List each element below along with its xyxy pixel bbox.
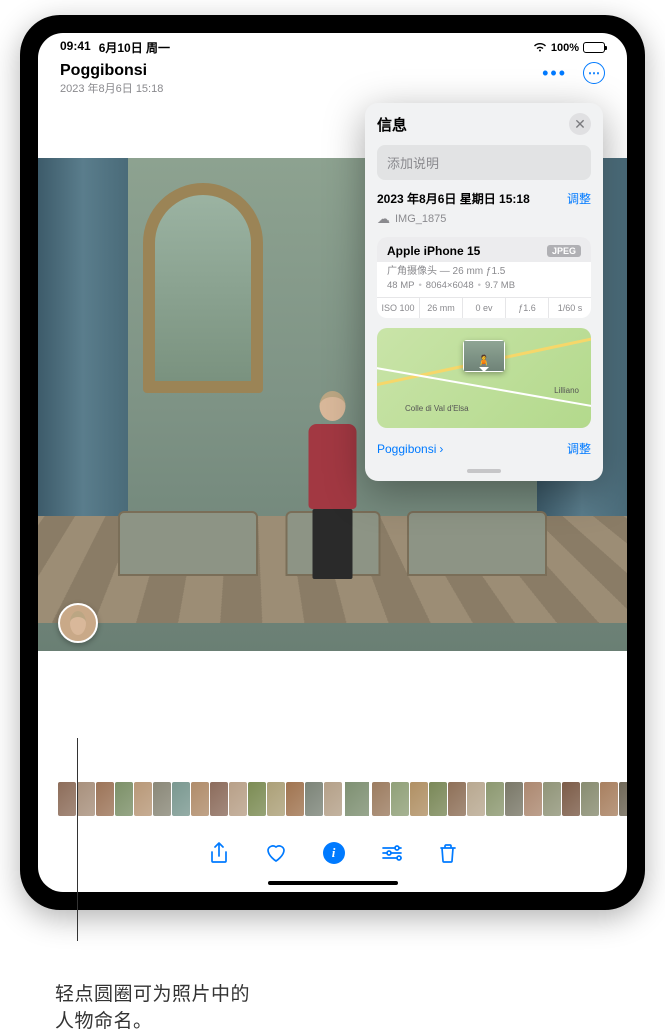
close-icon[interactable]: ✕ xyxy=(569,113,591,135)
map-label-1: Colle di Val d'Elsa xyxy=(405,404,469,413)
status-time: 09:41 xyxy=(60,39,91,56)
thumbnail[interactable] xyxy=(210,782,228,816)
thumbnail[interactable] xyxy=(524,782,542,816)
ellipsis-icon[interactable]: ••• xyxy=(542,63,567,84)
battery-text: 100% xyxy=(551,42,579,54)
thumbnail[interactable] xyxy=(305,782,323,816)
thumbnail[interactable] xyxy=(619,782,627,816)
location-title: Poggibonsi xyxy=(60,62,163,80)
info-icon[interactable]: i xyxy=(323,842,345,864)
adjust-icon[interactable] xyxy=(381,844,403,862)
share-icon[interactable] xyxy=(209,842,229,864)
photo-specs: 48 MP•8064×6048•9.7 MB xyxy=(377,280,591,297)
thumbnail-strip[interactable] xyxy=(38,782,627,820)
adjust-location-link[interactable]: 调整 xyxy=(567,440,591,457)
bottom-toolbar: i xyxy=(38,842,627,864)
callout-leader-line xyxy=(77,738,78,941)
map-pin xyxy=(463,340,505,372)
battery-icon xyxy=(583,42,605,53)
thumbnail[interactable] xyxy=(324,782,342,816)
callout-text: 轻点圆圈可为照片中的 人物命名。 xyxy=(55,981,250,1036)
map-label-2: Lilliano xyxy=(554,386,579,395)
info-title: 信息 xyxy=(377,114,407,135)
thumbnail[interactable] xyxy=(467,782,485,816)
thumbnail[interactable] xyxy=(391,782,409,816)
thumbnail[interactable] xyxy=(96,782,114,816)
thumbnail[interactable] xyxy=(134,782,152,816)
thumbnail[interactable] xyxy=(286,782,304,816)
exif-row: ISO 100 26 mm 0 ev ƒ1.6 1/60 s xyxy=(377,297,591,318)
thumbnail[interactable] xyxy=(581,782,599,816)
more-menu-button[interactable]: ⋯ xyxy=(583,62,605,84)
trash-icon[interactable] xyxy=(439,843,457,863)
thumbnail[interactable] xyxy=(229,782,247,816)
thumbnail[interactable] xyxy=(486,782,504,816)
camera-device: Apple iPhone 15 xyxy=(387,244,480,258)
screen: 09:41 6月10日 周一 100% Poggibonsi 2023 年8月6… xyxy=(38,33,627,892)
thumbnail[interactable] xyxy=(543,782,561,816)
lens-info: 广角摄像头 — 26 mm ƒ1.5 xyxy=(377,262,591,280)
person-face-circle[interactable] xyxy=(58,603,98,643)
thumbnail[interactable] xyxy=(248,782,266,816)
favorite-icon[interactable] xyxy=(265,843,287,863)
status-date: 6月10日 周一 xyxy=(99,39,170,56)
info-popover: 信息 ✕ 添加说明 2023 年8月6日 星期日 15:18 调整 ☁ IMG_… xyxy=(365,103,603,481)
thumbnail[interactable] xyxy=(562,782,580,816)
camera-card: Apple iPhone 15 JPEG 广角摄像头 — 26 mm ƒ1.5 … xyxy=(377,237,591,318)
cloud-icon: ☁ xyxy=(377,211,390,227)
thumbnail[interactable] xyxy=(267,782,285,816)
thumbnail[interactable] xyxy=(429,782,447,816)
thumbnail[interactable] xyxy=(153,782,171,816)
thumbnail[interactable] xyxy=(191,782,209,816)
thumbnail[interactable] xyxy=(410,782,428,816)
exif-ev: 0 ev xyxy=(463,298,506,318)
thumbnail[interactable] xyxy=(115,782,133,816)
exif-iso: ISO 100 xyxy=(377,298,420,318)
wifi-icon xyxy=(533,41,547,55)
location-map[interactable]: Colle di Val d'Elsa Lilliano xyxy=(377,328,591,428)
thumbnail[interactable] xyxy=(600,782,618,816)
chevron-right-icon: › xyxy=(439,442,443,456)
caption-input[interactable]: 添加说明 xyxy=(377,145,591,180)
photo-date: 2023 年8月6日 星期日 15:18 xyxy=(377,190,530,207)
adjust-date-link[interactable]: 调整 xyxy=(567,190,591,207)
home-indicator[interactable] xyxy=(268,881,398,885)
exif-aperture: ƒ1.6 xyxy=(506,298,549,318)
exif-shutter: 1/60 s xyxy=(549,298,591,318)
format-badge: JPEG xyxy=(547,245,581,257)
thumbnail[interactable] xyxy=(448,782,466,816)
thumbnail[interactable] xyxy=(372,782,390,816)
thumbnail[interactable] xyxy=(58,782,76,816)
exif-focal: 26 mm xyxy=(420,298,463,318)
thumbnail[interactable] xyxy=(343,782,371,818)
status-bar: 09:41 6月10日 周一 100% xyxy=(38,33,627,58)
thumbnail[interactable] xyxy=(172,782,190,816)
thumbnail[interactable] xyxy=(505,782,523,816)
filename: IMG_1875 xyxy=(395,213,446,225)
date-subtitle: 2023 年8月6日 15:18 xyxy=(60,80,163,96)
location-link[interactable]: Poggibonsi › xyxy=(377,442,443,456)
header: Poggibonsi 2023 年8月6日 15:18 ••• ⋯ xyxy=(38,58,627,106)
thumbnail[interactable] xyxy=(77,782,95,816)
grabber-handle[interactable] xyxy=(467,469,501,473)
ipad-frame: 09:41 6月10日 周一 100% Poggibonsi 2023 年8月6… xyxy=(20,15,645,910)
